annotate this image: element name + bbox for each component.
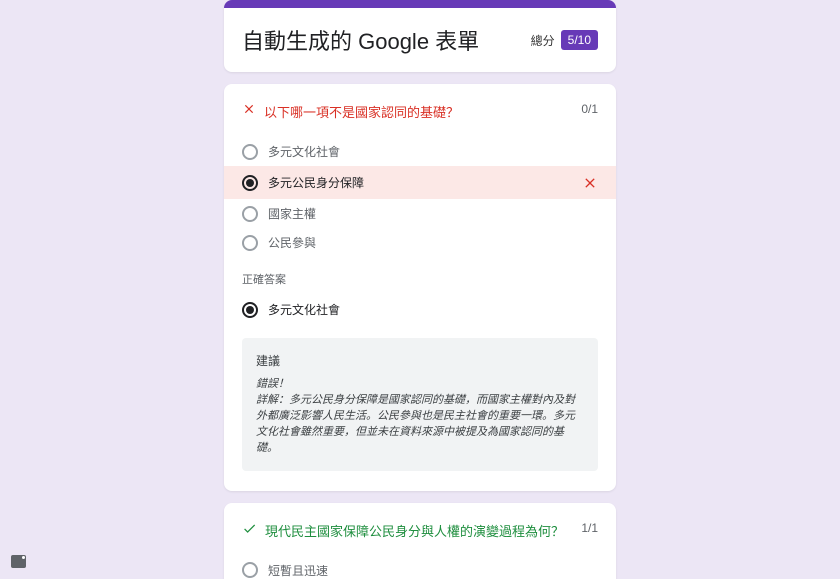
form-header-card: 自動生成的 Google 表單 總分 5/10 bbox=[224, 0, 616, 72]
radio-selected-icon bbox=[242, 175, 258, 191]
question-points: 0/1 bbox=[581, 102, 598, 116]
option-label: 多元文化社會 bbox=[268, 143, 598, 160]
total-score: 總分 5/10 bbox=[531, 30, 598, 50]
option-label: 公民參與 bbox=[268, 234, 598, 251]
feedback-box: 建議 錯誤！詳解：多元公民身分保障是國家認同的基礎，而國家主權對內及對外都廣泛影… bbox=[242, 338, 598, 471]
report-chip-icon[interactable] bbox=[11, 555, 26, 568]
feedback-title: 建議 bbox=[256, 352, 584, 369]
option-row[interactable]: 多元文化社會 bbox=[224, 137, 616, 166]
radio-unselected-icon bbox=[242, 562, 258, 578]
check-icon bbox=[242, 521, 257, 536]
option-label: 短暫且迅速 bbox=[268, 562, 598, 579]
form-title: 自動生成的 Google 表單 bbox=[242, 24, 479, 56]
radio-unselected-icon bbox=[242, 144, 258, 160]
question-card: 現代民主國家保障公民身分與人權的演變過程為何？ 1/1 短暫且迅速 漫長且複雜 bbox=[224, 503, 616, 579]
radio-unselected-icon bbox=[242, 235, 258, 251]
radio-selected-icon bbox=[242, 302, 258, 318]
question-title: 以下哪一項不是國家認同的基礎？ bbox=[264, 102, 459, 121]
option-row[interactable]: 短暫且迅速 bbox=[224, 556, 616, 579]
option-row-selected-wrong[interactable]: 多元公民身分保障 bbox=[224, 166, 616, 199]
feedback-body: 錯誤！詳解：多元公民身分保障是國家認同的基礎，而國家主權對內及對外都廣泛影響人民… bbox=[256, 377, 584, 457]
correct-answer-row: 多元文化社會 bbox=[242, 295, 598, 324]
score-label: 總分 bbox=[531, 32, 555, 49]
correct-answer-label: 正確答案 bbox=[242, 271, 598, 287]
x-icon bbox=[582, 175, 598, 191]
correct-answer-text: 多元文化社會 bbox=[268, 301, 598, 318]
x-icon bbox=[242, 102, 256, 116]
score-badge: 5/10 bbox=[561, 30, 598, 50]
option-label: 多元公民身分保障 bbox=[268, 174, 572, 191]
option-row[interactable]: 公民參與 bbox=[224, 228, 616, 257]
option-row[interactable]: 國家主權 bbox=[224, 199, 616, 228]
question-points: 1/1 bbox=[581, 521, 598, 535]
question-title: 現代民主國家保障公民身分與人權的演變過程為何？ bbox=[265, 521, 564, 540]
question-card: 以下哪一項不是國家認同的基礎？ 0/1 多元文化社會 多元公民身分保障 bbox=[224, 84, 616, 491]
radio-unselected-icon bbox=[242, 206, 258, 222]
form-viewport[interactable]: 自動生成的 Google 表單 總分 5/10 以下哪一項不是國家認同的基礎？ … bbox=[0, 0, 840, 579]
option-label: 國家主權 bbox=[268, 205, 598, 222]
